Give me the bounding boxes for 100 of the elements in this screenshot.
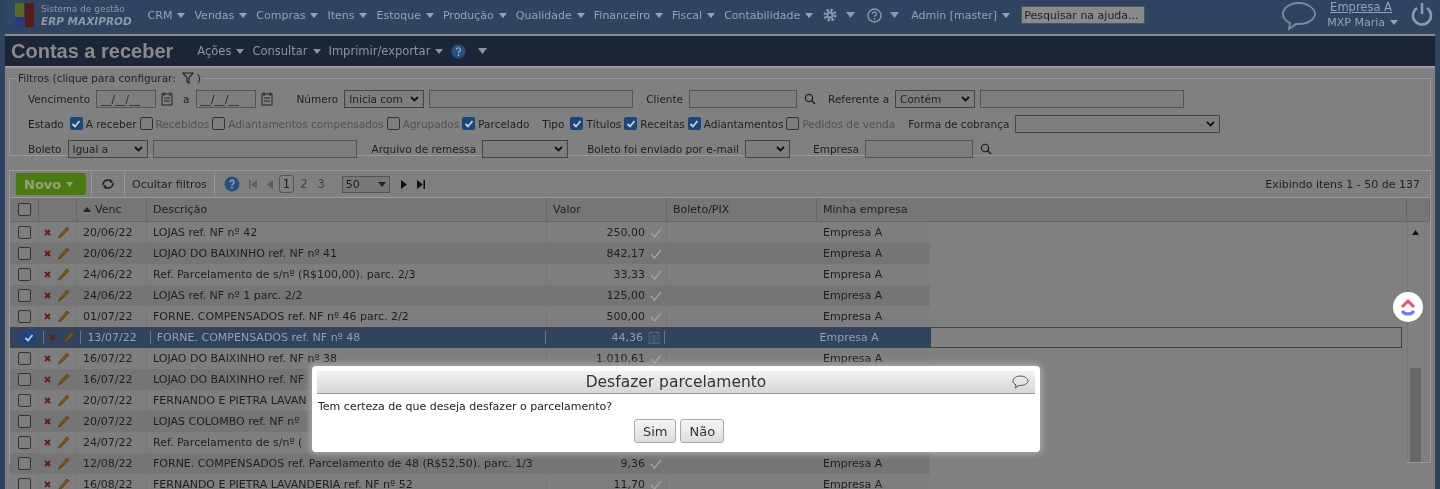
dialog-button[interactable]: Não	[680, 419, 725, 443]
delete-icon[interactable]	[44, 355, 51, 362]
settings-icon[interactable]	[822, 7, 839, 23]
caret-icon[interactable]	[478, 48, 488, 54]
first-page-icon[interactable]	[248, 179, 257, 189]
delete-icon[interactable]	[44, 313, 51, 320]
pencil-icon[interactable]	[57, 394, 70, 407]
column-header[interactable]: Venc	[95, 203, 122, 216]
operator-select[interactable]: Contém	[895, 89, 976, 108]
floating-widget-icon[interactable]	[1393, 292, 1423, 322]
row-checkbox[interactable]	[17, 268, 31, 281]
help-icon[interactable]	[867, 7, 883, 23]
action-menu[interactable]: Ações	[197, 44, 245, 58]
pencil-icon[interactable]	[57, 310, 70, 323]
column-header[interactable]: Valor	[553, 203, 581, 216]
caret-icon[interactable]	[890, 12, 900, 18]
row-checkbox[interactable]	[17, 289, 31, 302]
operator-select[interactable]: Inicia com	[344, 89, 425, 108]
nav-menu[interactable]: Fiscal	[671, 8, 722, 22]
type-checkbox[interactable]: Adiantamentos	[687, 117, 784, 130]
help-search-field[interactable]: Pesquisar na ajuda...	[1021, 6, 1146, 24]
delete-icon[interactable]	[44, 460, 51, 467]
row-checkbox[interactable]	[17, 436, 31, 449]
nav-menu[interactable]: Financeiro	[593, 8, 669, 22]
row-checkbox[interactable]	[22, 331, 36, 344]
page-link[interactable]: 1	[278, 175, 295, 193]
select-all-checkbox[interactable]	[17, 203, 31, 216]
scrollbar-thumb[interactable]	[1410, 368, 1421, 462]
filters-legend[interactable]: Filtros (clique para configurar:	[18, 72, 176, 84]
pencil-icon[interactable]	[57, 478, 70, 489]
help-icon[interactable]	[223, 176, 240, 192]
pencil-icon[interactable]	[57, 247, 70, 260]
search-icon[interactable]	[804, 92, 817, 105]
chat-icon[interactable]	[1281, 1, 1318, 31]
delete-icon[interactable]	[44, 418, 51, 425]
column-header[interactable]: Boleto/PIX	[673, 203, 730, 216]
reference-field[interactable]	[980, 89, 1185, 108]
pencil-icon[interactable]	[61, 331, 75, 344]
delete-icon[interactable]	[44, 481, 51, 488]
nav-menu[interactable]: CRM	[147, 8, 192, 22]
search-icon[interactable]	[980, 142, 992, 155]
delete-icon[interactable]	[44, 292, 51, 299]
delete-icon[interactable]	[44, 439, 51, 446]
calendar-icon[interactable]	[260, 91, 273, 106]
next-page-icon[interactable]	[400, 179, 407, 189]
pencil-icon[interactable]	[57, 373, 70, 386]
client-field[interactable]	[689, 89, 798, 108]
help-icon[interactable]	[451, 43, 467, 59]
delete-icon[interactable]	[44, 271, 51, 278]
row-checkbox[interactable]	[17, 478, 31, 489]
nav-menu[interactable]: Produção	[442, 8, 513, 22]
column-header[interactable]: Minha empresa	[823, 203, 908, 216]
row-checkbox[interactable]	[17, 415, 31, 428]
nav-menu[interactable]: Estoque	[376, 8, 440, 22]
billing-select[interactable]	[1015, 114, 1221, 133]
delete-icon[interactable]	[44, 397, 51, 404]
power-icon[interactable]	[1410, 2, 1434, 28]
calendar-icon[interactable]	[648, 331, 661, 344]
column-header[interactable]: Descrição	[153, 203, 208, 216]
row-checkbox[interactable]	[17, 226, 31, 239]
pencil-icon[interactable]	[57, 457, 70, 470]
delete-icon[interactable]	[44, 376, 51, 383]
nav-menu[interactable]: Vendas	[194, 8, 254, 22]
action-menu[interactable]: Imprimir/exportar	[328, 44, 444, 58]
last-page-icon[interactable]	[416, 179, 425, 189]
row-checkbox[interactable]	[17, 373, 31, 386]
nav-menu[interactable]: Qualidade	[515, 8, 591, 22]
status-checkbox[interactable]: Parcelado	[462, 117, 530, 130]
company-field[interactable]	[865, 139, 973, 158]
refresh-icon[interactable]	[101, 178, 115, 190]
pencil-icon[interactable]	[57, 415, 70, 428]
company-link[interactable]: Empresa A	[1330, 0, 1392, 15]
caret-icon[interactable]	[846, 12, 856, 18]
calendar-icon[interactable]	[161, 91, 174, 106]
user-menu[interactable]: Admin [master]	[911, 8, 1017, 22]
row-checkbox[interactable]	[17, 247, 31, 260]
pencil-icon[interactable]	[57, 226, 70, 239]
nav-menu[interactable]: Itens	[327, 8, 374, 22]
action-menu[interactable]: Consultar	[252, 44, 321, 58]
page-link[interactable]: 2	[296, 175, 312, 193]
boleto-field[interactable]	[152, 139, 357, 158]
previous-page-icon[interactable]	[266, 179, 273, 189]
delete-icon[interactable]	[44, 250, 51, 257]
date-field[interactable]: __/__/__	[96, 89, 157, 108]
row-checkbox[interactable]	[17, 457, 31, 470]
email-select[interactable]	[745, 139, 790, 158]
page-link[interactable]: 3	[313, 175, 329, 193]
hide-filters-button[interactable]: Ocultar filtros	[130, 177, 209, 191]
comment-icon[interactable]	[1012, 375, 1029, 389]
sort-ascending-icon[interactable]	[83, 207, 91, 212]
pencil-icon[interactable]	[57, 436, 70, 449]
number-field[interactable]	[429, 89, 634, 108]
type-checkbox[interactable]: Títulos	[570, 117, 622, 130]
row-checkbox[interactable]	[17, 310, 31, 323]
status-checkbox[interactable]: A receber	[69, 117, 137, 130]
row-checkbox[interactable]	[17, 352, 31, 365]
page-size-select[interactable]: 50	[341, 175, 390, 193]
operator-select[interactable]: Igual a	[67, 139, 148, 158]
account-menu[interactable]: MXP Maria	[1327, 15, 1398, 30]
pencil-icon[interactable]	[57, 289, 70, 302]
